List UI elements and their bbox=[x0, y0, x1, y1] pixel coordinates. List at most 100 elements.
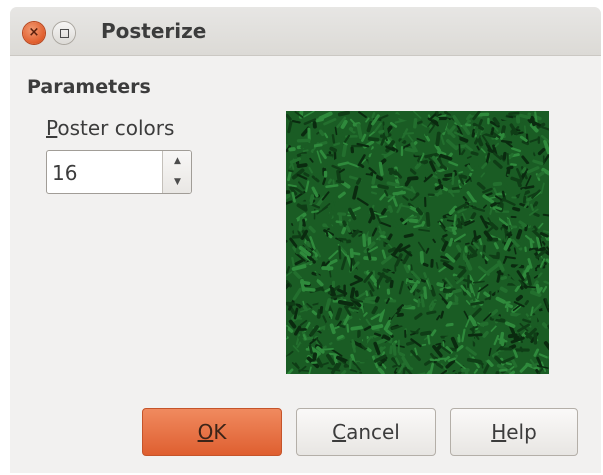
texture-stroke bbox=[287, 120, 293, 134]
texture-stroke bbox=[302, 218, 306, 227]
texture-stroke bbox=[481, 129, 492, 135]
texture-stroke bbox=[486, 263, 500, 275]
texture-stroke bbox=[356, 123, 363, 139]
help-label: elp bbox=[506, 420, 537, 444]
texture-stroke bbox=[294, 259, 304, 266]
texture-stroke bbox=[420, 293, 425, 308]
texture-stroke bbox=[286, 247, 290, 253]
texture-stroke bbox=[510, 163, 517, 167]
cancel-button[interactable]: Cancel bbox=[296, 408, 436, 456]
texture-stroke bbox=[502, 151, 507, 160]
texture-stroke bbox=[528, 267, 536, 276]
texture-stroke bbox=[297, 275, 303, 279]
texture-stroke bbox=[290, 128, 295, 136]
texture-stroke bbox=[392, 342, 397, 356]
texture-stroke bbox=[302, 333, 307, 341]
texture-stroke bbox=[334, 126, 338, 136]
texture-stroke bbox=[528, 148, 535, 160]
texture-stroke bbox=[291, 191, 296, 203]
texture-stroke bbox=[288, 169, 294, 173]
ok-button[interactable]: OK bbox=[142, 408, 282, 456]
maximize-icon[interactable] bbox=[53, 22, 75, 44]
texture-stroke bbox=[445, 114, 452, 119]
texture-stroke bbox=[291, 134, 299, 142]
texture-stroke bbox=[370, 191, 378, 195]
texture-stroke bbox=[314, 173, 318, 178]
texture-stroke bbox=[469, 188, 475, 193]
texture-stroke bbox=[328, 210, 334, 220]
texture-stroke bbox=[316, 309, 322, 319]
parameters-heading: Parameters bbox=[27, 76, 151, 98]
texture-stroke bbox=[431, 115, 440, 121]
texture-stroke bbox=[504, 255, 516, 260]
texture-stroke bbox=[519, 135, 528, 143]
texture-stroke bbox=[403, 264, 410, 274]
texture-stroke bbox=[443, 282, 446, 288]
texture-stroke bbox=[368, 268, 374, 273]
texture-stroke bbox=[402, 195, 409, 201]
texture-stroke bbox=[424, 152, 439, 159]
texture-stroke bbox=[321, 347, 334, 351]
texture-stroke bbox=[348, 307, 355, 312]
title-bar: × Posterize bbox=[10, 7, 601, 56]
texture-stroke bbox=[491, 309, 499, 316]
texture-stroke bbox=[303, 172, 310, 177]
texture-stroke bbox=[520, 185, 535, 190]
texture-stroke bbox=[322, 177, 327, 186]
texture-stroke bbox=[495, 371, 500, 374]
texture-stroke bbox=[462, 124, 471, 136]
texture-stroke bbox=[441, 240, 449, 252]
spin-up-icon[interactable]: ▲ bbox=[163, 151, 191, 172]
texture-stroke bbox=[335, 179, 345, 184]
spin-down-icon[interactable]: ▼ bbox=[163, 172, 191, 193]
texture-stroke bbox=[494, 142, 500, 148]
texture-stroke bbox=[536, 171, 545, 178]
close-icon[interactable]: × bbox=[23, 22, 45, 44]
texture-stroke bbox=[384, 362, 393, 374]
texture-stroke bbox=[492, 152, 502, 160]
poster-colors-value[interactable]: 16 bbox=[52, 161, 77, 185]
texture-stroke bbox=[440, 369, 448, 374]
texture-stroke bbox=[466, 113, 472, 121]
texture-stroke bbox=[374, 332, 382, 337]
texture-stroke bbox=[497, 217, 509, 226]
texture-stroke bbox=[355, 177, 362, 185]
texture-stroke bbox=[371, 324, 384, 330]
texture-stroke bbox=[460, 253, 464, 262]
help-button[interactable]: Help bbox=[450, 408, 578, 456]
texture-stroke bbox=[363, 325, 372, 331]
texture-stroke bbox=[293, 325, 302, 336]
texture-stroke bbox=[349, 278, 363, 286]
texture-stroke bbox=[299, 319, 308, 326]
poster-colors-spinbox[interactable]: 16 ▲ ▼ bbox=[46, 150, 192, 194]
texture-stroke bbox=[416, 137, 426, 143]
texture-stroke bbox=[334, 196, 341, 206]
poster-colors-label-text: oster colors bbox=[57, 116, 175, 140]
texture-stroke bbox=[447, 330, 455, 336]
texture-stroke bbox=[309, 236, 316, 250]
texture-stroke bbox=[483, 204, 487, 209]
texture-stroke bbox=[461, 328, 466, 343]
texture-stroke bbox=[450, 336, 459, 349]
texture-stroke bbox=[298, 216, 304, 232]
texture-stroke bbox=[286, 326, 288, 339]
texture-stroke bbox=[294, 299, 301, 304]
texture-stroke bbox=[418, 228, 431, 232]
preview-image bbox=[286, 111, 549, 374]
texture-stroke bbox=[476, 286, 481, 299]
window-title: Posterize bbox=[101, 19, 207, 43]
texture-stroke bbox=[327, 178, 333, 184]
texture-stroke bbox=[520, 143, 529, 153]
texture-stroke bbox=[500, 125, 506, 135]
texture-stroke bbox=[398, 280, 404, 295]
texture-stroke bbox=[305, 180, 310, 193]
texture-stroke bbox=[516, 229, 523, 240]
texture-stroke bbox=[476, 182, 486, 190]
texture-stroke bbox=[318, 291, 326, 306]
texture-stroke bbox=[341, 142, 348, 158]
texture-stroke bbox=[435, 171, 441, 174]
texture-stroke bbox=[328, 310, 334, 320]
texture-stroke bbox=[458, 171, 464, 174]
texture-stroke bbox=[387, 247, 397, 253]
texture-stroke bbox=[425, 212, 431, 227]
